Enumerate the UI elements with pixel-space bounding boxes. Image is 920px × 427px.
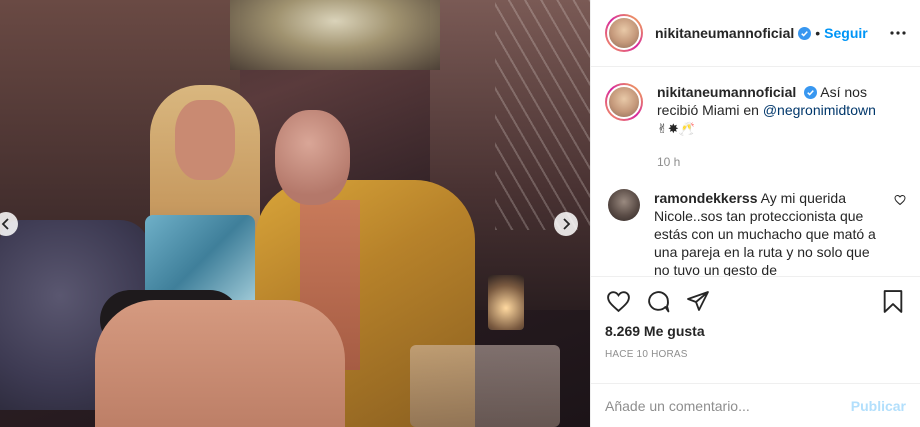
commenter-avatar[interactable] xyxy=(608,189,640,221)
chevron-left-icon xyxy=(1,218,9,230)
bookmark-icon xyxy=(883,289,903,313)
photo-man-head xyxy=(275,110,350,205)
comment-body: ramondekkerss Ay mi querida Nicole..sos … xyxy=(654,189,884,276)
verified-badge-icon xyxy=(804,86,818,99)
photo-glasses xyxy=(410,345,560,427)
author-username[interactable]: nikitaneumannoficial xyxy=(655,25,794,41)
more-icon xyxy=(890,31,906,35)
photo-decoration-web xyxy=(495,0,590,230)
photo-ceiling-lights xyxy=(230,0,440,70)
photo-woman-legs xyxy=(95,300,345,427)
chevron-right-icon xyxy=(563,218,571,230)
follow-separator: • xyxy=(815,25,821,41)
comment-icon xyxy=(647,290,669,312)
like-button[interactable] xyxy=(605,288,631,314)
photo-woman-face xyxy=(175,100,235,180)
verified-badge-icon xyxy=(798,26,812,40)
share-button[interactable] xyxy=(685,288,711,314)
post-photo[interactable] xyxy=(0,0,590,427)
author-avatar xyxy=(607,16,641,50)
caption-avatar-ring[interactable] xyxy=(605,83,643,121)
caption-body: nikitaneumannoficial Así nos recibió Mia… xyxy=(657,83,906,171)
publish-button[interactable]: Publicar xyxy=(851,398,906,414)
author-avatar-ring[interactable] xyxy=(605,14,643,52)
caption-emojis: ✌✸🥂 xyxy=(657,122,695,137)
instagram-post: nikitaneumannoficial • Seguir nikitaneum… xyxy=(0,0,920,427)
post-timestamp[interactable]: HACE 10 HORAS xyxy=(605,349,906,360)
likes-count[interactable]: 8.269 Me gusta xyxy=(605,323,906,339)
action-icons xyxy=(605,285,906,317)
follow-button[interactable]: Seguir xyxy=(824,25,868,41)
photo-lantern xyxy=(488,275,524,330)
next-photo-button[interactable] xyxy=(554,212,578,236)
save-button[interactable] xyxy=(880,288,906,314)
more-options-button[interactable] xyxy=(890,31,906,35)
caption-username[interactable]: nikitaneumannoficial xyxy=(657,84,796,100)
heart-small-icon[interactable] xyxy=(894,194,906,206)
comment-button[interactable] xyxy=(645,288,671,314)
comment-item: ramondekkerss Ay mi querida Nicole..sos … xyxy=(605,189,906,276)
caption: nikitaneumannoficial Así nos recibió Mia… xyxy=(605,83,906,171)
post-header: nikitaneumannoficial • Seguir xyxy=(591,0,920,67)
caption-avatar xyxy=(607,85,641,119)
comments-list[interactable]: nikitaneumannoficial Así nos recibió Mia… xyxy=(591,67,920,276)
caption-time[interactable]: 10 h xyxy=(657,153,906,171)
comment-input[interactable] xyxy=(605,397,851,414)
add-comment-bar: Publicar xyxy=(591,383,920,427)
heart-icon xyxy=(606,290,630,312)
post-side-panel: nikitaneumannoficial • Seguir nikitaneum… xyxy=(590,0,920,427)
post-actions: 8.269 Me gusta HACE 10 HORAS xyxy=(591,276,920,383)
caption-mention-link[interactable]: @negronimidtown xyxy=(763,102,876,118)
comment-username[interactable]: ramondekkerss xyxy=(654,190,758,206)
share-icon xyxy=(687,291,709,311)
